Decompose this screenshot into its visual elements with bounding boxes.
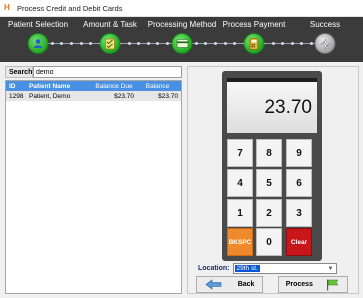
key-5[interactable]: 5 [256,169,282,197]
wizard-steps: Patient Selection Amount & Task Processi… [0,17,363,62]
back-arrow-icon [205,279,221,290]
checklist-icon [99,33,121,54]
app-logo-icon: H [4,3,10,12]
key-9[interactable]: 9 [286,139,312,167]
process-button[interactable]: Process [278,276,348,293]
step-label-amount-task: Amount & Task [83,20,137,29]
cell-balance: $23.70 [158,92,178,100]
card-reader-icon [243,33,265,54]
cell-id: 1298 [9,92,24,100]
back-button-label: Back [237,281,255,288]
grid-header: ID Patient Name Balance Due Balance [6,81,181,91]
key-4[interactable]: 4 [227,169,253,197]
step-label-patient-selection: Patient Selection [7,20,69,29]
search-row: Search [5,66,182,78]
key-0[interactable]: 0 [256,228,282,256]
clear-button[interactable]: Clear [286,228,312,256]
patient-grid: ID Patient Name Balance Due Balance 1298… [5,80,182,294]
column-header-balance[interactable]: Balance [137,83,181,90]
cell-patient-name: Patient, Demo [29,92,71,100]
location-row: Location: 29th st. ▼ [198,263,337,274]
key-6[interactable]: 6 [286,169,312,197]
process-button-label: Process [285,281,313,288]
table-row[interactable]: 1298 Patient, Demo $23.70 $23.70 [6,91,181,101]
key-8[interactable]: 8 [256,139,282,167]
person-icon [27,33,49,54]
cell-balance-due: $23.70 [114,92,134,100]
back-button[interactable]: Back [196,276,263,293]
search-input[interactable] [33,66,182,78]
key-1[interactable]: 1 [227,199,253,227]
backspace-button[interactable]: BKSPC [227,228,253,256]
key-3[interactable]: 3 [286,199,312,227]
step-label-success: Success [309,20,341,29]
card-icon [171,33,193,54]
location-label: Location: [198,265,230,272]
column-header-patient-name[interactable]: Patient Name [26,83,94,90]
keypad-device: 23.70 7 8 9 4 5 6 1 2 3 BKSPC 0 Clear [222,71,322,261]
amount-display: 23.70 [227,78,317,133]
step-label-processing-method: Processing Method [147,20,217,29]
key-7[interactable]: 7 [227,139,253,167]
search-label: Search [5,66,33,78]
location-select[interactable]: 29th st. ▼ [232,263,337,274]
location-value: 29th st. [234,265,260,272]
title-bar: H Process Credit and Debit Cards [0,0,363,17]
flag-icon [327,279,339,290]
patient-panel: Search ID Patient Name Balance Due Balan… [5,66,182,295]
column-header-id[interactable]: ID [6,83,26,90]
window-title: Process Credit and Debit Cards [17,3,123,13]
key-2[interactable]: 2 [256,199,282,227]
payment-panel: 23.70 7 8 9 4 5 6 1 2 3 BKSPC 0 Clear Lo… [187,66,359,294]
step-label-process-payment: Process Payment [222,20,286,29]
sparkle-icon [314,33,336,54]
column-header-balance-due[interactable]: Balance Due [94,83,137,90]
chevron-down-icon: ▼ [327,265,334,272]
